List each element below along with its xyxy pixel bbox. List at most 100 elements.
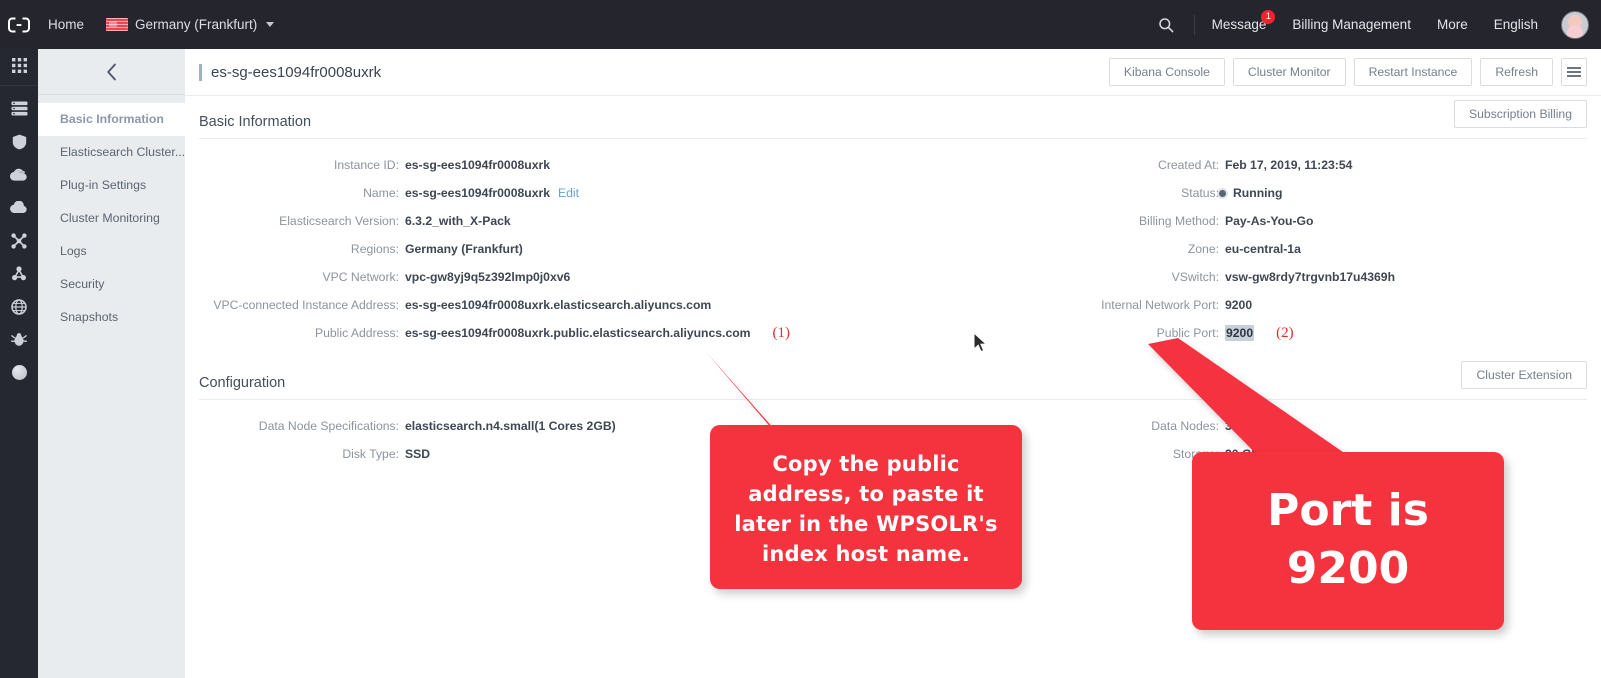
callout-line: address, to paste it [748,482,984,506]
server-stack-icon[interactable] [0,92,38,125]
shield-icon[interactable] [0,125,38,158]
search-icon[interactable] [1148,0,1190,49]
field-regions: Regions: Germany (Frankfurt) [199,242,759,256]
field-label: Instance ID: [333,158,399,172]
sphere-dot [11,365,27,380]
field-label: Internal Network Port: [1101,298,1219,312]
table-row: Public Address: es-sg-ees1094fr0008uxrk.… [199,319,1587,347]
sidebar-item-elasticsearch-cluster[interactable]: Elasticsearch Cluster... [38,136,185,169]
field-label: Public Port: [1156,326,1219,340]
alibaba-cloud-logo-icon[interactable] [0,0,38,49]
field-value: eu-central-1a [1225,242,1301,256]
sidebar-menu-list: Basic Information Elasticsearch Cluster.… [38,95,185,334]
field-value: 9200 [1225,298,1253,312]
field-vpc-connected-instance-address: VPC-connected Instance Address: es-sg-ee… [199,298,759,312]
status-badge: Running [1233,186,1283,200]
table-row: Elasticsearch Version: 6.3.2_with_X-Pack… [199,207,1587,235]
sidebar-item-cluster-monitoring[interactable]: Cluster Monitoring [38,202,185,235]
field-label: Created At: [1158,158,1219,172]
hamburger-menu-icon[interactable] [1561,58,1587,86]
chevron-left-icon [106,63,116,80]
sidebar-collapse-button[interactable] [38,49,185,94]
callout-line: Copy the public [772,452,960,476]
topbar-divider [1193,14,1195,35]
field-label: Name: [363,186,399,200]
top-navigation-bar: Home Germany (Frankfurt) Message 1 Billi… [0,0,1601,49]
message-menu[interactable]: Message 1 [1199,0,1280,49]
cluster-monitor-button[interactable]: Cluster Monitor [1232,58,1346,86]
sidebar-item-snapshots[interactable]: Snapshots [38,301,185,334]
field-label: VPC-connected Instance Address: [213,298,399,312]
globe-icon[interactable] [0,290,38,323]
germany-flag-icon [106,18,129,31]
sidebar-item-plugin-settings[interactable]: Plug-in Settings [38,169,185,202]
apps-grid-icon[interactable] [0,49,38,82]
field-value: es-sg-ees1094fr0008uxrk [405,186,551,200]
field-elasticsearch-version: Elasticsearch Version: 6.3.2_with_X-Pack [199,214,759,228]
chevron-down-icon [266,22,275,27]
billing-management-menu[interactable]: Billing Management [1279,0,1424,49]
more-menu[interactable]: More [1424,0,1481,49]
field-data-nodes: Data Nodes: 3 [1019,419,1579,433]
field-label: Billing Method: [1139,214,1219,228]
callout-line: Port is [1267,485,1429,536]
sphere-icon[interactable] [0,356,38,389]
mouse-pointer-icon [973,332,988,353]
table-row: VPC Network: vpc-gw8yj9q5z392lmp0j0xv6 V… [199,263,1587,291]
field-value[interactable]: es-sg-ees1094fr0008uxrk.public.elasticse… [405,326,751,340]
field-value: vsw-gw8rdy7trgvnb17u4369h [1225,270,1396,284]
callout-copy-public-address: Copy the public address, to paste it lat… [710,425,1022,589]
page-title: es-sg-ees1094fr0008uxrk [211,63,382,81]
topbar-right-group: Message 1 Billing Management More Englis… [1148,0,1601,49]
field-vswitch: VSwitch: vsw-gw8rdy7trgvnb17u4369h [1019,270,1579,284]
callout-line: 9200 [1286,543,1410,594]
restart-instance-button[interactable]: Restart Instance [1353,58,1473,86]
bug-icon[interactable] [0,323,38,356]
title-accent-bar [199,63,202,81]
field-label: VPC Network: [322,270,399,284]
edit-name-link[interactable]: Edit [558,186,579,200]
region-label: Germany (Frankfurt) [135,17,258,32]
left-icon-rail [0,49,38,678]
share-nodes-icon[interactable] [0,257,38,290]
page-root: Home Germany (Frankfurt) Message 1 Billi… [0,0,1601,678]
basic-information-title: Basic Information [199,114,312,130]
network-nodes-icon[interactable] [0,224,38,257]
table-row: VPC-connected Instance Address: es-sg-ee… [199,291,1587,319]
language-selector[interactable]: English [1481,0,1551,49]
field-zone: Zone: eu-central-1a [1019,242,1579,256]
field-value: es-sg-ees1094fr0008uxrk [405,158,551,172]
kibana-console-button[interactable]: Kibana Console [1108,58,1225,86]
field-value: SSD [405,447,431,461]
region-selector[interactable]: Germany (Frankfurt) [98,17,282,32]
configuration-title: Configuration [199,375,286,391]
avatar[interactable] [1561,10,1589,39]
field-label: Regions: [350,242,399,256]
annotation-marker-1: (1) [772,324,791,341]
field-value: es-sg-ees1094fr0008uxrk.elasticsearch.al… [405,298,712,312]
field-created-at: Created At: Feb 17, 2019, 11:23:54 [1019,158,1579,172]
sidebar-item-basic-information[interactable]: Basic Information [38,103,185,136]
basic-information-rows: Instance ID: es-sg-ees1094fr0008uxrk Cre… [199,139,1587,347]
field-label: Elasticsearch Version: [279,214,399,228]
field-value: 3 [1225,419,1232,433]
field-label: Data Node Specifications: [258,419,399,433]
sidebar-item-security[interactable]: Security [38,268,185,301]
field-label: VSwitch: [1171,270,1219,284]
cluster-extension-button[interactable]: Cluster Extension [1461,361,1587,389]
cloud-icon[interactable] [0,191,38,224]
annotation-marker-2: (2) [1276,324,1294,341]
field-status: Status: Running [1019,186,1579,200]
nav-home-link[interactable]: Home [38,0,98,49]
field-value: elasticsearch.n4.small(1 Cores 2GB) [405,419,616,433]
field-billing-method: Billing Method: Pay-As-You-Go [1019,214,1579,228]
sidebar-item-logs[interactable]: Logs [38,235,185,268]
public-port-value[interactable]: 9200 [1225,325,1255,341]
page-header-actions: Kibana Console Cluster Monitor Restart I… [1108,58,1587,86]
cloud-database-icon[interactable] [0,158,38,191]
callout-port-is-9200: Port is 9200 [1192,452,1504,630]
basic-information-header: Basic Information Subscription Billing [199,96,1587,138]
subscription-billing-button[interactable]: Subscription Billing [1454,100,1587,128]
refresh-button[interactable]: Refresh [1480,58,1553,86]
field-label: Disk Type: [342,447,399,461]
